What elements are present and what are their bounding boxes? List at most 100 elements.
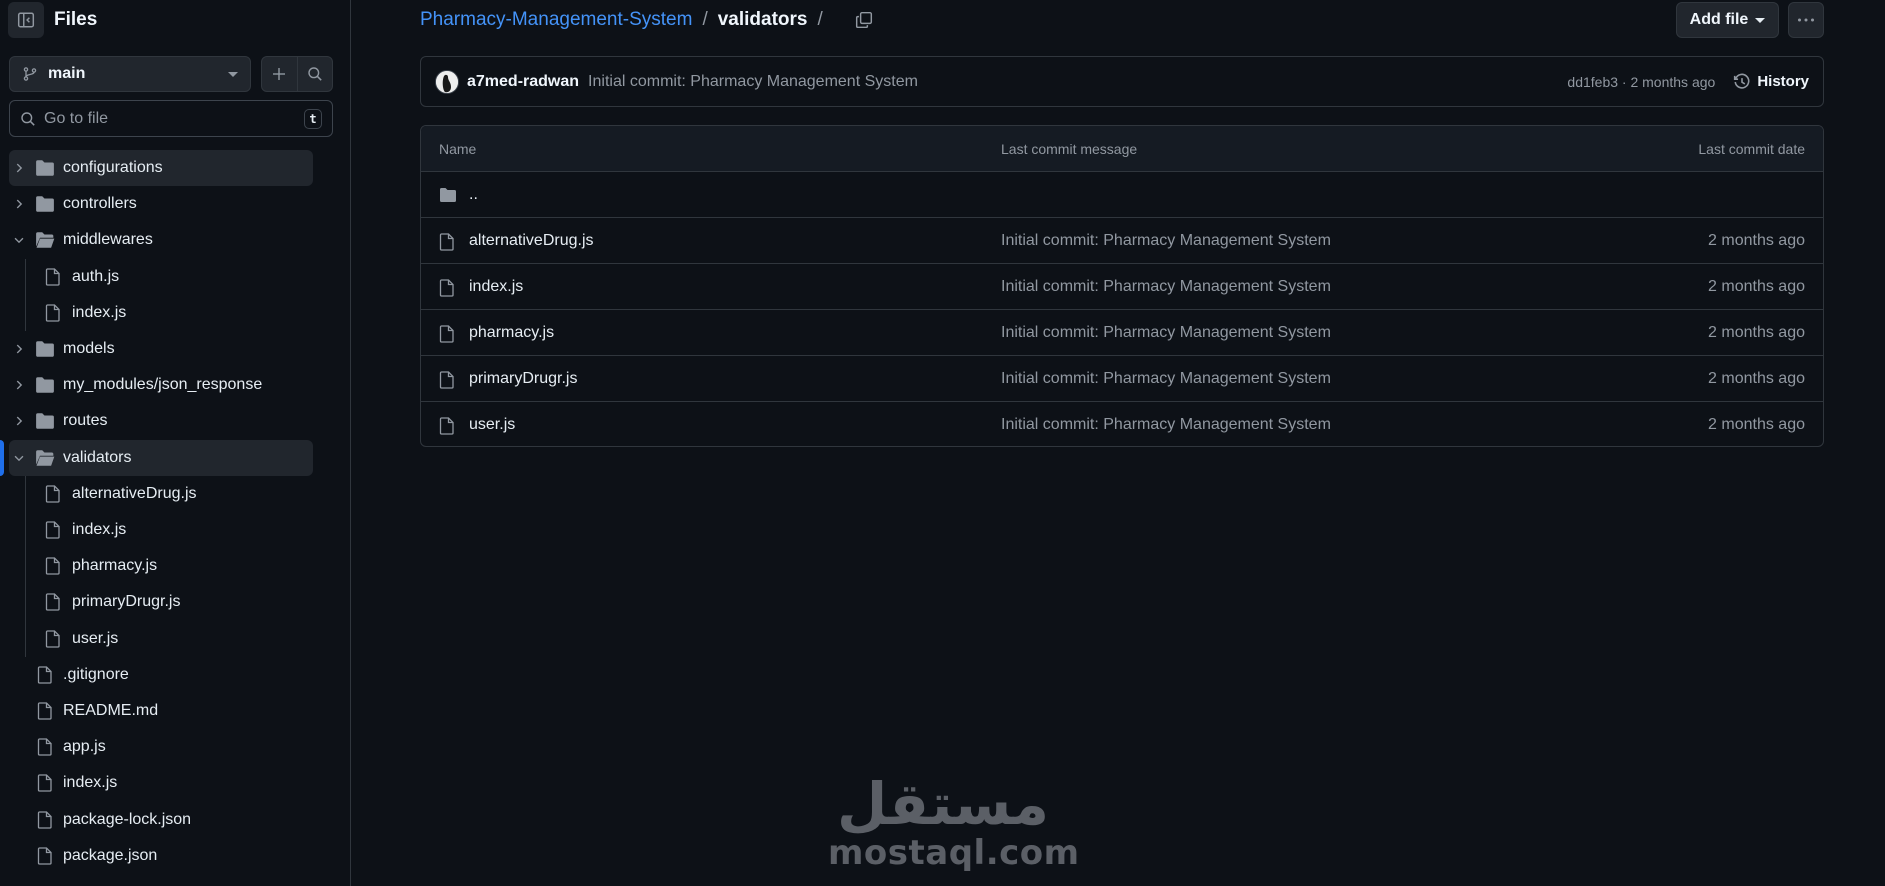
breadcrumb-separator: /: [702, 9, 708, 30]
column-header-message: Last commit message: [1001, 141, 1138, 157]
chevron-right-icon[interactable]: [12, 161, 26, 175]
tree-folder-validators[interactable]: validators: [9, 439, 313, 476]
file-name-link[interactable]: primaryDrugr.js: [469, 356, 577, 402]
chevron-right-icon[interactable]: [12, 342, 26, 356]
tree-item-label: user.js: [72, 629, 119, 647]
breadcrumb-current: validators: [717, 9, 808, 30]
tree-file-package-json[interactable]: package.json: [9, 838, 313, 874]
tree-folder-my-modules-json-response[interactable]: my_modules/json_response: [9, 367, 313, 403]
tree-file-package-lock-json[interactable]: package-lock.json: [9, 802, 313, 838]
chevron-down-icon: [228, 71, 238, 77]
kebab-horizontal-icon: [1797, 17, 1815, 23]
table-row[interactable]: pharmacy.js Initial commit: Pharmacy Mana…: [421, 310, 1823, 356]
commit-date: 2 months ago: [1708, 232, 1805, 249]
add-file-label: Add file: [1689, 11, 1749, 28]
tree-item-label: configurations: [63, 159, 163, 176]
commit-message-link[interactable]: Initial commit: Pharmacy Management Syst…: [1001, 264, 1331, 310]
file-icon: [45, 629, 61, 648]
table-row[interactable]: user.js Initial commit: Pharmacy Manageme…: [421, 402, 1823, 446]
search-icon: [20, 111, 36, 127]
folder-icon: [35, 376, 55, 394]
table-row[interactable]: alternativeDrug.js Initial commit: Pharma…: [421, 218, 1823, 264]
go-to-file-input[interactable]: Go to file t: [9, 100, 333, 137]
file-name-link[interactable]: pharmacy.js: [469, 310, 554, 356]
chevron-right-icon[interactable]: [12, 197, 26, 211]
tree-file-alternativedrug-js[interactable]: alternativeDrug.js: [9, 476, 313, 512]
file-name-link[interactable]: user.js: [469, 402, 515, 446]
file-name-link[interactable]: alternativeDrug.js: [469, 218, 594, 264]
watermark-latin-text: mostaql.com: [828, 833, 1080, 873]
parent-directory-link[interactable]: ..: [469, 172, 478, 218]
tree-item-label: index.js: [72, 521, 127, 538]
file-icon: [37, 738, 53, 756]
tree-file-user-js[interactable]: user.js: [9, 621, 313, 657]
commit-message-link[interactable]: Initial commit: Pharmacy Management Syst…: [1001, 310, 1331, 356]
folder-open-icon: [35, 449, 55, 467]
chevron-right-icon[interactable]: [12, 414, 26, 428]
chevron-right-icon[interactable]: [12, 378, 26, 392]
tree-item-label: package-lock.json: [63, 810, 192, 828]
file-icon: [439, 371, 455, 389]
folder-icon: [35, 159, 55, 177]
add-file-button[interactable]: Add file: [1676, 2, 1779, 38]
search-code-button[interactable]: [296, 57, 333, 91]
file-icon: [37, 666, 53, 684]
tree-file-readme-md[interactable]: README.md: [9, 693, 313, 729]
tree-file-pharmacy-js[interactable]: pharmacy.js: [9, 548, 313, 584]
collapse-sidebar-button[interactable]: [8, 2, 44, 38]
tree-file-app-js[interactable]: app.js: [9, 729, 313, 765]
file-icon: [439, 233, 455, 251]
tree-item-label: app.js: [63, 738, 106, 756]
table-row[interactable]: primaryDrugr.js Initial commit: Pharmacy …: [421, 356, 1823, 402]
table-row[interactable]: index.js Initial commit: Pharmacy Managem…: [421, 264, 1823, 310]
keyboard-shortcut-hint: t: [304, 108, 322, 129]
commit-author-link[interactable]: a7med-radwan: [467, 73, 579, 91]
branch-selector-button[interactable]: main: [9, 56, 251, 92]
chevron-down-icon[interactable]: [12, 451, 26, 465]
tree-folder-controllers[interactable]: controllers: [9, 186, 313, 222]
parent-directory-row[interactable]: ..: [421, 172, 1823, 218]
copy-path-button[interactable]: [855, 11, 873, 29]
commit-message-link[interactable]: Initial commit: Pharmacy Management Syst…: [588, 73, 1567, 91]
branch-name: main: [48, 65, 86, 82]
tree-item-label: routes: [63, 412, 108, 430]
tree-file-gitignore[interactable]: .gitignore: [9, 657, 313, 693]
breadcrumb-repo-link[interactable]: Pharmacy-Management-System: [420, 9, 692, 31]
tree-item-label: models: [63, 340, 115, 357]
tree-file-primarydrugr-js[interactable]: primaryDrugr.js: [9, 584, 313, 620]
tree-folder-routes[interactable]: routes: [9, 403, 313, 439]
tree-file-index-js[interactable]: index.js: [9, 295, 313, 331]
commit-date: 2 months ago: [1708, 416, 1805, 433]
file-icon: [45, 485, 61, 503]
sidebar-actions: [261, 56, 333, 92]
commit-hash-and-time[interactable]: dd1feb3 · 2 months ago: [1567, 74, 1715, 90]
tree-folder-configurations[interactable]: configurations: [9, 150, 313, 186]
tree-file-auth-js[interactable]: auth.js: [9, 259, 313, 295]
git-branch-icon: [22, 66, 38, 82]
file-icon: [37, 810, 53, 829]
latest-commit-bar: a7med-radwan Initial commit: Pharmacy Ma…: [420, 56, 1824, 107]
history-label: History: [1757, 73, 1809, 90]
commit-message-link[interactable]: Initial commit: Pharmacy Management Syst…: [1001, 218, 1331, 264]
history-button[interactable]: History: [1733, 73, 1809, 91]
avatar[interactable]: [435, 69, 459, 94]
go-to-file-placeholder: Go to file: [44, 109, 109, 127]
commit-date: 2 months ago: [1708, 324, 1805, 341]
folder-open-icon: [35, 231, 55, 249]
tree-indent-guide: [25, 475, 26, 657]
tree-file-index-js[interactable]: index.js: [9, 765, 313, 801]
breadcrumb: Pharmacy-Management-System / validators …: [420, 8, 873, 32]
commit-message-link[interactable]: Initial commit: Pharmacy Management Syst…: [1001, 402, 1331, 446]
add-file-icon-button[interactable]: [262, 57, 297, 91]
tree-item-label: validators: [63, 448, 132, 466]
file-name-link[interactable]: index.js: [469, 264, 523, 310]
tree-folder-middlewares[interactable]: middlewares: [9, 222, 313, 258]
tree-item-label: alternativeDrug.js: [72, 484, 197, 502]
tree-file-index-js[interactable]: index.js: [9, 512, 313, 548]
table-header: Name Last commit message Last commit dat…: [421, 126, 1823, 172]
commit-message-link[interactable]: Initial commit: Pharmacy Management Syst…: [1001, 356, 1331, 402]
tree-folder-models[interactable]: models: [9, 331, 313, 367]
chevron-down-icon[interactable]: [12, 233, 26, 247]
sidebar-title: Files: [54, 9, 98, 30]
more-options-button[interactable]: [1788, 2, 1824, 38]
